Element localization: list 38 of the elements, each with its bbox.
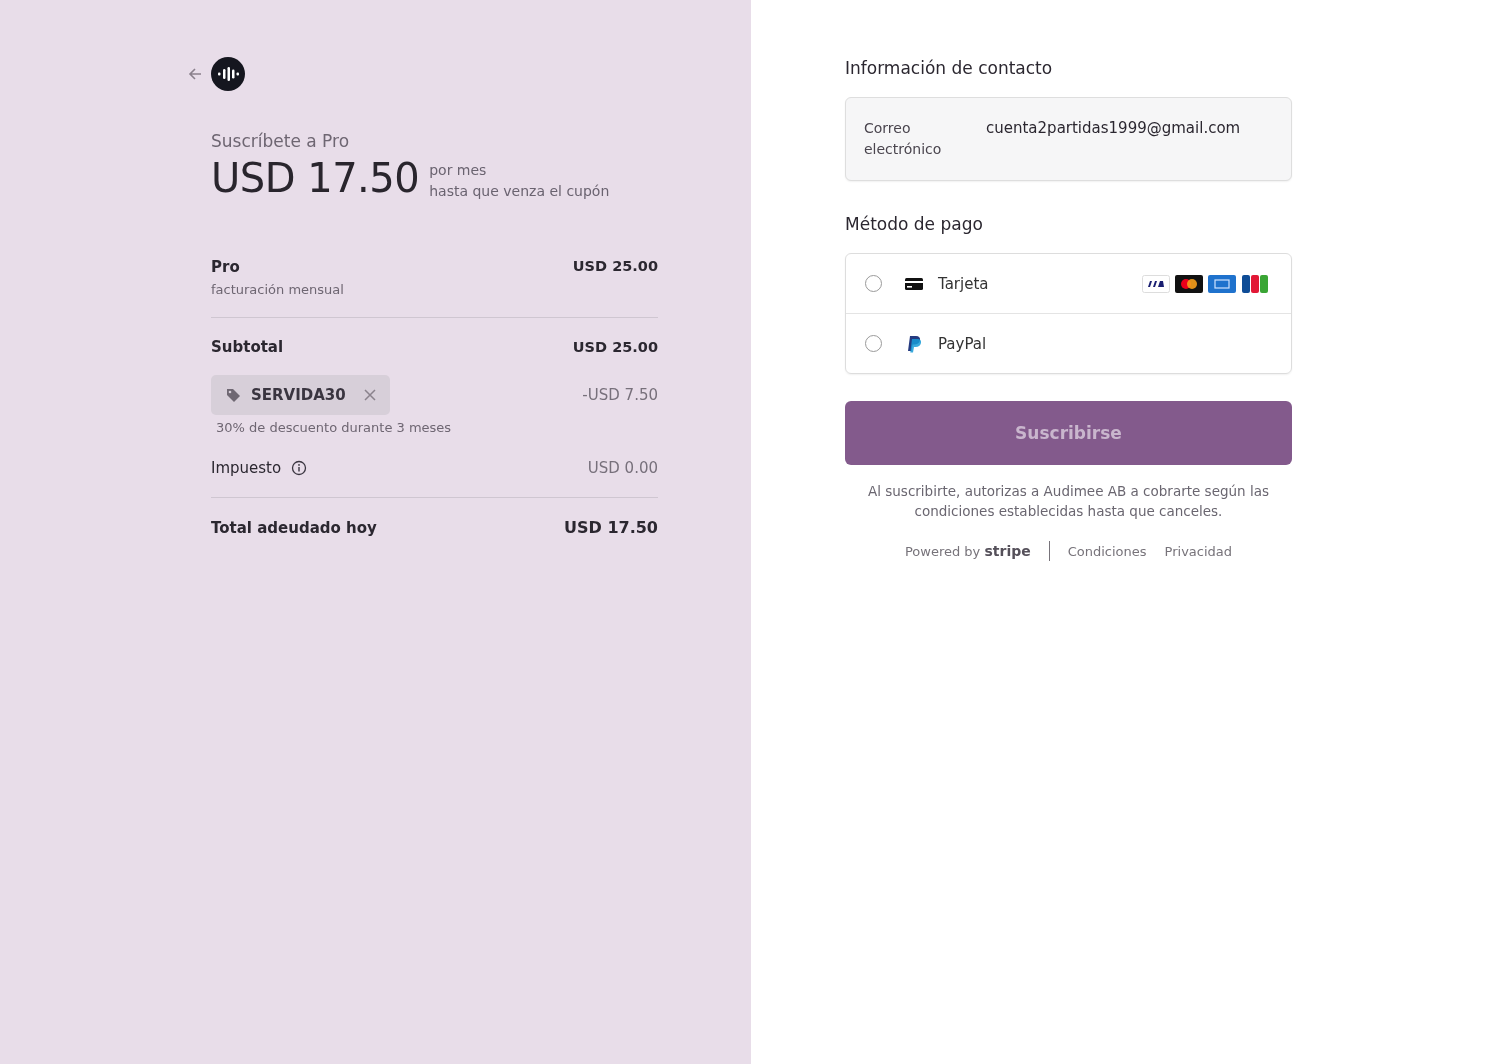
payment-option[interactable]: Tarjeta [846,254,1291,313]
tax-label: Impuesto [211,459,282,477]
email-label: Correo electrónico [864,119,943,159]
section-title: Método de pago [845,214,984,234]
discount-amount: -USD 7.50 [582,386,658,404]
price: USD 17.50 [211,155,420,201]
tag-icon [225,387,241,403]
section-title: Información de contacto [845,58,1054,78]
payment-option[interactable]: PayPal [846,313,1291,373]
powered-by-stripe: Powered by stripe [904,543,1031,559]
subtotal-label: Subtotal [211,338,284,356]
info-icon[interactable] [291,460,308,476]
card-brand-icon [1175,274,1203,293]
email-value: cuenta2partidas1999@gmail.com [986,118,1241,139]
footer-link[interactable]: Privacidad [1164,543,1233,559]
item-name: Pro [211,258,241,276]
tax-amount: USD 0.00 [587,459,658,477]
subtotal-amount: USD 25.00 [572,339,658,355]
card-brand-icon [1241,274,1269,293]
back-arrow-icon[interactable] [187,66,203,82]
close-icon[interactable] [363,389,376,401]
logo-icon [211,57,245,91]
coupon-note: 30% de descuento durante 3 meses [216,420,453,435]
billing-period: por mes [429,161,488,180]
billing-period-note: hasta que venza el cupón [429,182,610,201]
plan-heading: Suscríbete a Pro [211,131,351,151]
credit-card-icon [904,275,924,292]
payment-option-label: PayPal [938,334,987,353]
total-amount: USD 17.50 [564,518,658,537]
total-label: Total adeudado hoy [211,518,377,537]
legal-text: Al suscribirte, autorizas a Audimee AB a cobrarte según las condiciones establecidas hasta que canceles. [867,482,1270,521]
card-brand-icon [1142,274,1170,293]
footer-link[interactable]: Condiciones [1067,543,1147,559]
item-note: facturación mensual [211,282,344,297]
coupon-code: SERVIDA30 [251,386,346,404]
payment-option-label: Tarjeta [938,274,989,293]
item-amount: USD 25.00 [572,258,658,274]
card-brand-icon [1208,274,1236,293]
